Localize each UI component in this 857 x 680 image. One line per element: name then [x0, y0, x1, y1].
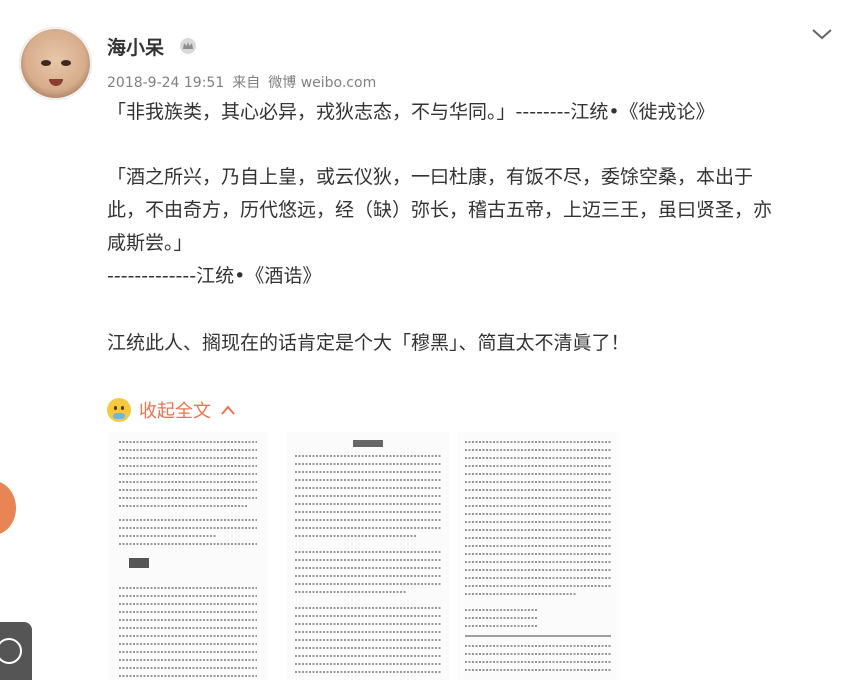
- post-line-1: 「非我族类，其心必异，戎狄志态，不与华同。」--------江统•《徙戎论》: [107, 101, 715, 123]
- emoji-icon: [107, 398, 131, 422]
- avatar[interactable]: [19, 27, 92, 100]
- image-thumbnail-1[interactable]: [107, 432, 269, 680]
- collapse-label[interactable]: 收起全文: [139, 397, 211, 423]
- floating-action-button[interactable]: [0, 481, 16, 535]
- post-meta: 2018-9-24 19:51 来自 微博 weibo.com: [107, 72, 384, 92]
- image-thumbnail-2[interactable]: [287, 432, 449, 680]
- scan-page-2-graphic: [295, 440, 441, 673]
- source-prefix: 来自: [232, 75, 261, 91]
- image-thumbnail-3[interactable]: [457, 432, 619, 680]
- scan-page-3-graphic: [465, 441, 611, 671]
- play-icon: [0, 638, 22, 664]
- avatar-eye-left: [41, 60, 51, 66]
- chevron-up-icon[interactable]: [221, 405, 235, 415]
- avatar-mouth: [49, 79, 63, 86]
- crown-icon: [180, 38, 196, 54]
- post-line-4: 咸斯尝。」: [107, 232, 193, 254]
- post-line-6: 江统此人、搁现在的话肯定是个大「穆黑」、简直太不清眞了！: [107, 332, 630, 354]
- author-name[interactable]: 海小呆: [107, 33, 164, 60]
- avatar-eye-right: [61, 60, 71, 66]
- scan-page-1-graphic: [119, 441, 257, 677]
- play-button[interactable]: [0, 622, 32, 680]
- post-source[interactable]: 微博 weibo.com: [268, 75, 376, 91]
- post-line-2: 「酒之所兴，乃自上皇，或云仪狄，一曰杜康，有饭不尽，委馀空桑，本出于: [107, 166, 754, 188]
- collapse-button[interactable]: 收起全文: [107, 396, 235, 424]
- post-time[interactable]: 2018-9-24 19:51: [107, 75, 224, 91]
- post-line-5: -------------江统•《酒诰》: [107, 265, 322, 287]
- chevron-down-icon[interactable]: [810, 26, 834, 42]
- post-line-3: 此，不由奇方，历代悠远，经（缺）弥长，稽古五帝，上迈三王，虽曰贤圣，亦: [107, 199, 773, 221]
